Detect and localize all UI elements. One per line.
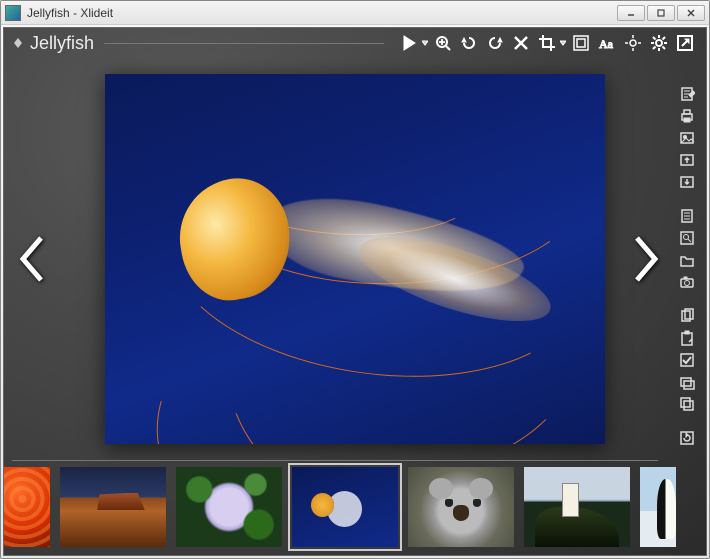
next-image-button[interactable] xyxy=(626,229,666,289)
maximize-button[interactable] xyxy=(647,5,675,21)
image-icon xyxy=(679,130,695,146)
svg-text:Aa: Aa xyxy=(599,37,614,51)
stack-icon xyxy=(679,396,695,412)
layers-button[interactable] xyxy=(676,372,698,392)
copy-button[interactable] xyxy=(676,306,698,326)
print-icon xyxy=(679,108,695,124)
edit-icon xyxy=(679,86,695,102)
import-icon xyxy=(679,174,695,190)
paste-icon xyxy=(679,330,695,346)
play-button[interactable] xyxy=(398,32,420,54)
check-button[interactable] xyxy=(676,350,698,370)
refresh-button[interactable] xyxy=(676,428,698,448)
camera-button[interactable] xyxy=(676,272,698,292)
app-icon xyxy=(5,5,21,21)
import-button[interactable] xyxy=(676,172,698,192)
text-tool-button[interactable]: Aa xyxy=(596,32,618,54)
toolbar-divider xyxy=(104,43,384,44)
check-icon xyxy=(679,352,695,368)
crop-button[interactable] xyxy=(536,32,558,54)
app-body: Jellyfish Aa xyxy=(3,27,707,556)
rotate-cw-button[interactable] xyxy=(484,32,506,54)
layers-icon xyxy=(679,374,695,390)
camera-icon xyxy=(679,274,695,290)
thumbnail-lighthouse[interactable] xyxy=(524,467,630,547)
paste-button[interactable] xyxy=(676,328,698,348)
find-button[interactable] xyxy=(676,228,698,248)
thumbnail-hydrangeas[interactable] xyxy=(176,467,282,547)
edit-button[interactable] xyxy=(676,84,698,104)
print-button[interactable] xyxy=(676,106,698,126)
play-menu-button[interactable] xyxy=(421,32,429,54)
image-button[interactable] xyxy=(676,128,698,148)
export-icon xyxy=(679,152,695,168)
image-viewer xyxy=(4,58,706,459)
stack-button[interactable] xyxy=(676,394,698,414)
thumbnail-chrysanthemum[interactable] xyxy=(4,467,50,547)
resize-button[interactable] xyxy=(570,32,592,54)
thumbnail-koala[interactable] xyxy=(408,467,514,547)
rotate-ccw-button[interactable] xyxy=(458,32,480,54)
right-toolbar xyxy=(676,84,702,448)
top-toolbar: Jellyfish Aa xyxy=(4,28,706,58)
crop-menu-button[interactable] xyxy=(559,32,567,54)
refresh-icon xyxy=(679,430,695,446)
copy-icon xyxy=(679,308,695,324)
folder-button[interactable] xyxy=(676,250,698,270)
main-image[interactable] xyxy=(105,74,605,444)
zoom-in-button[interactable] xyxy=(432,32,454,54)
thumbnail-penguins[interactable] xyxy=(640,467,676,547)
fit-screen-button[interactable] xyxy=(622,32,644,54)
thumbnail-jellyfish[interactable] xyxy=(292,467,398,547)
image-name: Jellyfish xyxy=(30,33,94,54)
window-title: Jellyfish - Xlideit xyxy=(27,6,615,20)
name-dropdown-button[interactable] xyxy=(12,32,24,54)
app-window: Jellyfish - Xlideit Jellyfish Aa xyxy=(0,0,710,559)
list-button[interactable] xyxy=(676,206,698,226)
close-button[interactable] xyxy=(677,5,705,21)
folder-icon xyxy=(679,252,695,268)
list-icon xyxy=(679,208,695,224)
delete-button[interactable] xyxy=(510,32,532,54)
find-icon xyxy=(679,230,695,246)
settings-button[interactable] xyxy=(648,32,670,54)
viewer-divider xyxy=(12,460,658,461)
thumbnail-strip[interactable] xyxy=(4,459,676,555)
minimize-button[interactable] xyxy=(617,5,645,21)
thumbnail-desert[interactable] xyxy=(60,467,166,547)
titlebar: Jellyfish - Xlideit xyxy=(1,1,709,25)
fullscreen-button[interactable] xyxy=(674,32,696,54)
prev-image-button[interactable] xyxy=(12,229,52,289)
export-button[interactable] xyxy=(676,150,698,170)
